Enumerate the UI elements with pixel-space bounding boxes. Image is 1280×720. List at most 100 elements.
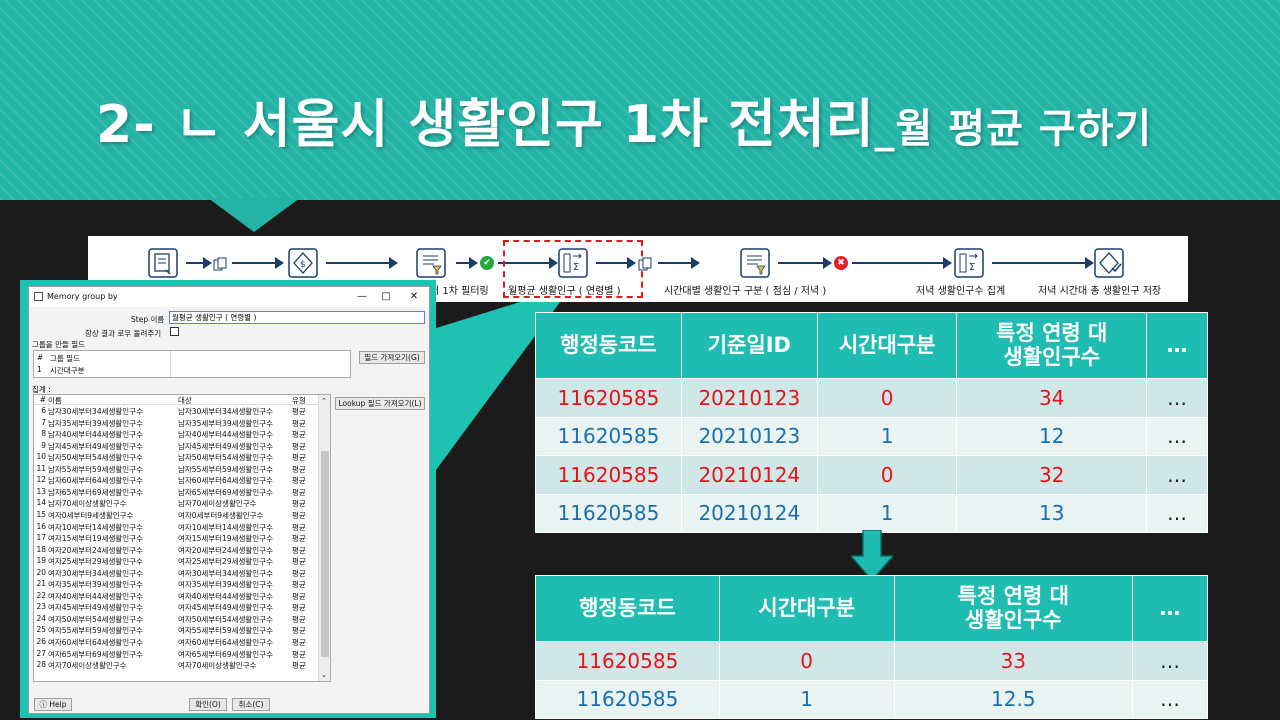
scrollbar-thumb[interactable] <box>321 451 329 657</box>
table-row[interactable]: 20 여자30세부터34세생활인구수 여자30세부터34세생활인구수 평균 <box>34 568 330 580</box>
close-icon[interactable]: ✕ <box>405 290 423 304</box>
table-row[interactable]: 24 여자50세부터54세생활인구수 여자50세부터54세생활인구수 평균 <box>34 614 330 626</box>
table-row[interactable]: 28 여자70세이상생활인구수 여자70세이상생활인구수 평균 <box>34 660 330 672</box>
agg-cell-target: 남자30세부터34세생활인구수 <box>178 407 273 416</box>
agg-cell-target: 여자50세부터54세생활인구수 <box>178 614 273 624</box>
always-return-checkbox[interactable] <box>170 327 179 336</box>
table-row[interactable]: 7 남자35세부터39세생활인구수 남자35세부터39세생활인구수 평균 <box>34 418 330 430</box>
table-row[interactable]: 13 남자65세부터69세생활인구수 남자65세부터69세생활인구수 평균 <box>34 487 330 499</box>
slide-title: 2- ㄴ 서울시 생활인구 1차 전처리_월 평균 구하기 <box>96 82 1152 157</box>
agg-cell-name: 여자20세부터24세생활인구수 <box>48 545 143 555</box>
agg-cell-name: 여자15세부터19세생활인구수 <box>48 534 143 544</box>
table-row: 11620585 0 33… <box>535 641 1208 681</box>
minimize-icon[interactable]: — <box>353 290 371 304</box>
table-row[interactable]: 18 여자20세부터24세생활인구수 여자20세부터24세생활인구수 평균 <box>34 545 330 557</box>
workflow-label-dinner-aggregate: 저녁 생활인구수 집계 <box>916 286 1006 297</box>
cell-time: 1 <box>816 416 958 456</box>
agg-cell-type: 평균 <box>292 614 306 624</box>
workflow-step-dinner-aggregate[interactable]: Σ <box>952 248 986 278</box>
agg-cell-name: 여자35세부터39세생활인구수 <box>48 580 143 590</box>
col-header-more: … <box>1146 312 1208 379</box>
table-row[interactable]: 9 남자45세부터49세생활인구수 남자45세부터49세생활인구수 평균 <box>34 441 330 453</box>
table-row[interactable]: 14 남자70세이상생활인구수 남자70세이상생활인구수 평균 <box>34 498 330 510</box>
workflow-hop-1 <box>186 257 212 269</box>
table-row: 11620585 20210124 0 32… <box>535 455 1208 495</box>
agg-cell-name: 여자30세부터34세생활인구수 <box>48 568 143 578</box>
agg-cell-type: 평균 <box>292 557 306 567</box>
group-by-icon: Σ <box>954 248 984 278</box>
table-row[interactable]: 26 여자60세부터64세생활인구수 여자60세부터64세생활인구수 평균 <box>34 637 330 649</box>
table-row[interactable]: 25 여자55세부터59세생활인구수 여자55세부터59세생활인구수 평균 <box>34 625 330 637</box>
copy-rows-icon-2 <box>638 256 654 271</box>
table-row[interactable]: 11 남자55세부터59세생활인구수 남자55세부터59세생활인구수 평균 <box>34 464 330 476</box>
table-row[interactable]: 27 여자65세부터69세생활인구수 여자65세부터69세생활인구수 평균 <box>34 649 330 661</box>
agg-cell-name: 남자30세부터34세생활인구수 <box>48 407 143 416</box>
cell-code: 11620585 <box>535 378 682 418</box>
agg-cell-target: 여자20세부터24세생활인구수 <box>178 545 273 555</box>
agg-cell-num: 14 <box>36 498 46 508</box>
table-row[interactable]: 10 남자50세부터54세생활인구수 남자50세부터54세생활인구수 평균 <box>34 452 330 464</box>
workflow-step-memory-group-by[interactable]: Σ <box>556 248 590 278</box>
workflow-step-input[interactable] <box>146 248 180 278</box>
agg-cell-num: 22 <box>36 590 46 600</box>
scroll-up-icon[interactable]: ⌃ <box>321 397 327 405</box>
agg-cell-name: 여자50세부터54세생활인구수 <box>48 614 143 624</box>
agg-cell-type: 평균 <box>292 441 306 451</box>
workflow-step-output[interactable] <box>1092 248 1126 278</box>
agg-cell-num: 10 <box>36 452 46 462</box>
table-row[interactable]: 23 여자45세부터49세생활인구수 여자45세부터49세생활인구수 평균 <box>34 602 330 614</box>
agg-cell-type: 평균 <box>292 522 306 532</box>
agg-cell-name: 여자65세부터69세생활인구수 <box>48 649 143 659</box>
table-row[interactable]: 1 시간대구분 <box>34 365 350 376</box>
cell-more: … <box>1146 416 1208 456</box>
agg-cell-type: 평균 <box>292 534 306 544</box>
group-fields-table[interactable]: # 그룹 필드 1 시간대구분 <box>33 350 351 378</box>
table-row[interactable]: 16 여자10세부터14세생활인구수 여자10세부터14세생활인구수 평균 <box>34 522 330 534</box>
workflow-hop-9 <box>852 257 952 269</box>
always-return-label: 항상 결과 로우 돌려주기 <box>85 329 162 338</box>
table-row[interactable]: 21 여자35세부터39세생활인구수 여자35세부터39세생활인구수 평균 <box>34 579 330 591</box>
help-button[interactable]: ⓘ Help <box>34 698 72 711</box>
aggregates-scrollbar[interactable]: ⌃ ⌄ <box>318 395 330 681</box>
agg-cell-type: 평균 <box>292 568 306 578</box>
table-row[interactable]: 17 여자15세부터19세생활인구수 여자15세부터19세생활인구수 평균 <box>34 533 330 545</box>
cell-time: 1 <box>816 493 958 533</box>
col-header-time-slot: 시간대구분 <box>816 312 958 379</box>
cancel-button[interactable]: 취소(C) <box>232 698 270 711</box>
table-row[interactable]: 19 여자25세부터29세생활인구수 여자25세부터29세생활인구수 평균 <box>34 556 330 568</box>
lookup-fields-button[interactable]: Lookup 필드 가져오기(L) <box>335 397 425 410</box>
agg-cell-type: 평균 <box>292 545 306 555</box>
agg-cell-name: 남자50세부터54세생활인구수 <box>48 453 143 463</box>
group-fields-section-label: 그룹을 만들 필드 <box>32 340 86 349</box>
cell-time: 1 <box>718 679 895 719</box>
aggregates-table[interactable]: # 이름 대상 유형 6 남자30세부터34세생활인구수 남자30세부터34세생활인… <box>33 394 331 682</box>
table-row[interactable]: 22 여자40세부터44세생활인구수 여자40세부터44세생활인구수 평균 <box>34 591 330 603</box>
col-header-date-id: 기준일ID <box>680 312 818 379</box>
banner-pointer <box>208 198 300 232</box>
workflow-label-memory-group-by: 월평균 생활인구 ( 연령별 ) <box>508 286 621 297</box>
maximize-icon[interactable]: □ <box>377 290 395 304</box>
workflow-hop-8 <box>778 257 832 269</box>
table-row[interactable]: 15 여자0세부터9세생활인구수 여자0세부터9세생활인구수 평균 <box>34 510 330 522</box>
step-name-input[interactable] <box>169 311 425 324</box>
workflow-step-calculator[interactable]: $ <box>286 248 320 278</box>
group-table-header: # 그룹 필드 <box>34 353 350 364</box>
table-row[interactable]: 6 남자30세부터34세생활인구수 남자30세부터34세생활인구수 평균 <box>34 406 330 418</box>
cell-pop: 13 <box>956 493 1148 533</box>
get-fields-button[interactable]: 필드 가져오기(G) <box>359 351 425 364</box>
group-header-name: 그룹 필드 <box>50 354 80 363</box>
table-row[interactable]: 12 남자60세부터64세생활인구수 남자60세부터64세생활인구수 평균 <box>34 475 330 487</box>
dialog-titlebar[interactable]: Memory group by — □ ✕ <box>29 287 429 307</box>
agg-cell-name: 여자25세부터29세생활인구수 <box>48 557 143 567</box>
workflow-step-time-split[interactable] <box>738 248 772 278</box>
agg-cell-num: 20 <box>36 567 46 577</box>
workflow-step-filter[interactable] <box>414 248 448 278</box>
ok-button[interactable]: 확인(O) <box>189 698 227 711</box>
success-hop-icon: ✔ <box>480 256 494 270</box>
agg-cell-name: 남자60세부터64세생활인구수 <box>48 476 143 486</box>
agg-cell-num: 13 <box>36 486 46 496</box>
table-row[interactable]: 8 남자40세부터44세생활인구수 남자40세부터44세생활인구수 평균 <box>34 429 330 441</box>
scroll-down-icon[interactable]: ⌄ <box>321 671 327 679</box>
agg-cell-num: 6 <box>41 406 46 415</box>
table-header-row: 행정동코드 시간대구분 특정 연령 대 생활인구수 … <box>535 575 1208 642</box>
